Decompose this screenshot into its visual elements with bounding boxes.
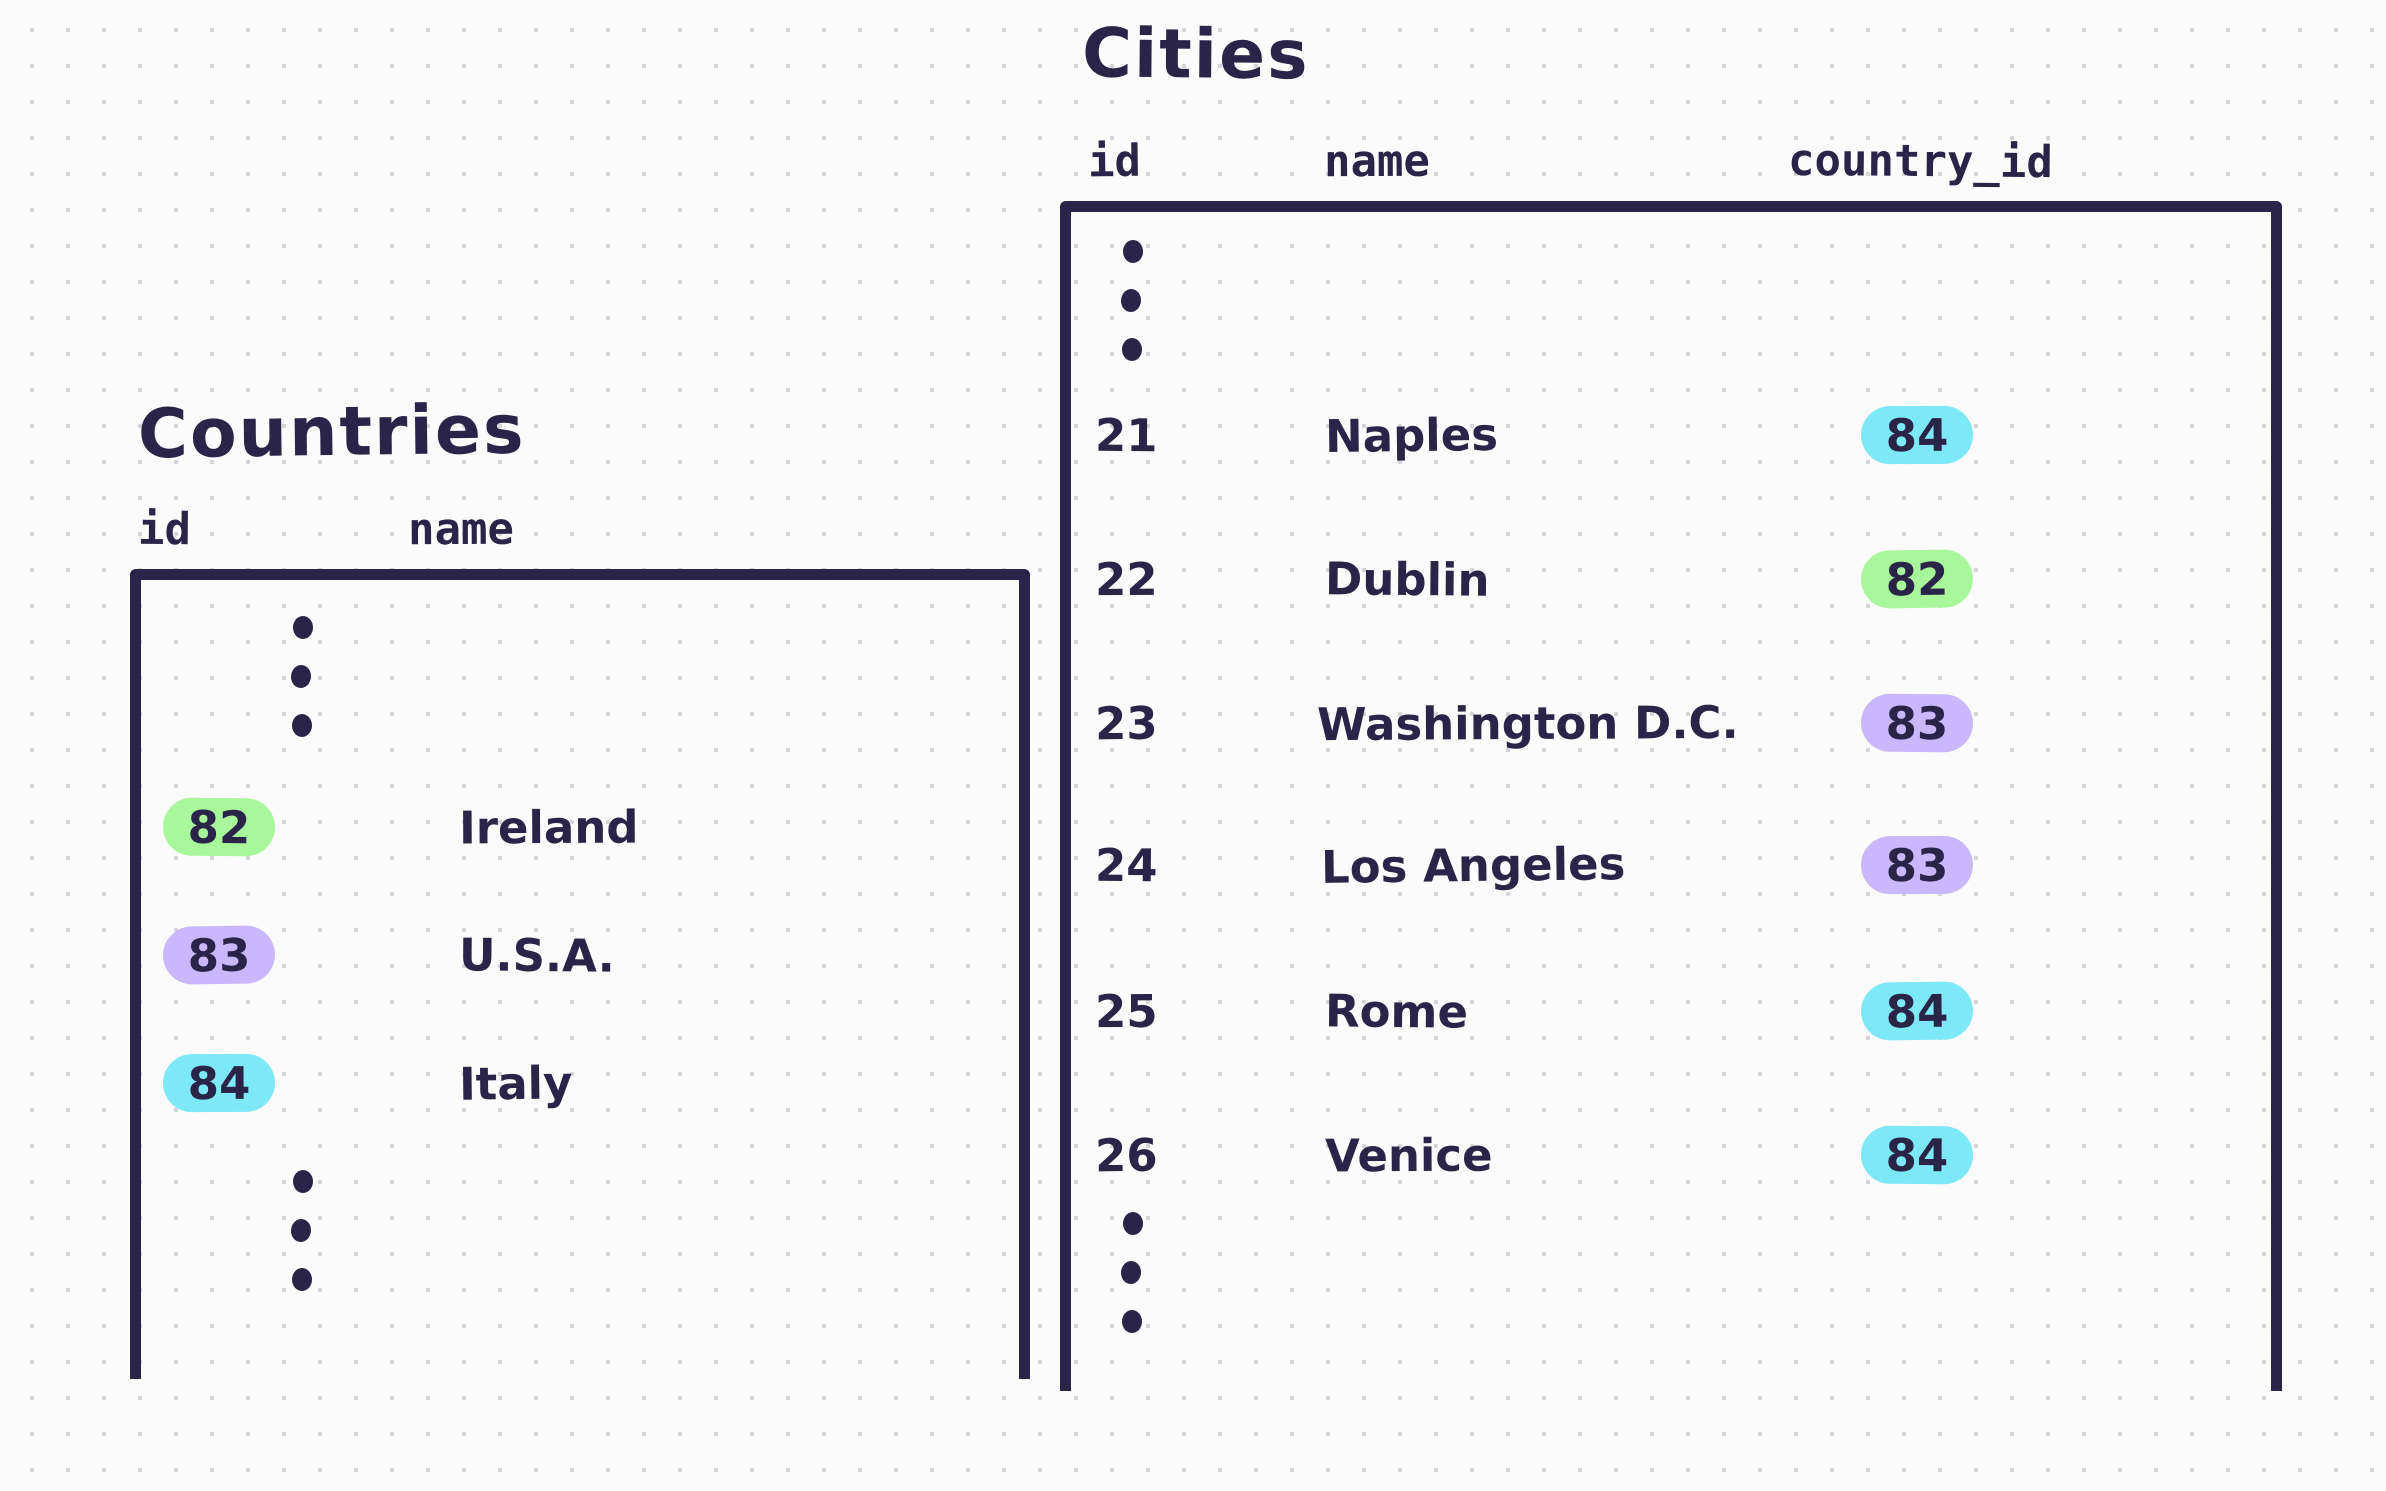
table-row: 23 Washington D.C. 83 bbox=[1071, 690, 2271, 756]
status-badge: 82 bbox=[1860, 549, 1974, 609]
countries-cell-id: 82 bbox=[162, 797, 276, 857]
status-badge: 83 bbox=[162, 925, 276, 985]
status-badge: 82 bbox=[162, 797, 276, 857]
cities-table-title: Cities bbox=[1081, 14, 1310, 96]
cities-name-value: Naples bbox=[1324, 407, 1499, 463]
cities-name-value: Dublin bbox=[1324, 551, 1490, 607]
cities-id-value: 21 bbox=[1094, 408, 1158, 462]
cities-cell-name: Dublin bbox=[1324, 551, 1490, 607]
cities-cell-id: 25 bbox=[1094, 984, 1158, 1038]
cities-cell-id: 22 bbox=[1094, 552, 1158, 606]
cities-rows: 21 Naples 84 22 Dublin 82 23 Washington … bbox=[1071, 212, 2271, 1391]
cities-cell-country-id: 84 bbox=[1860, 1125, 1974, 1185]
countries-table-frame: 82 Ireland 83 U.S.A. 84 Italy bbox=[130, 569, 1030, 1379]
countries-cell-name: Ireland bbox=[458, 800, 639, 854]
table-row: 22 Dublin 82 bbox=[1071, 546, 2271, 612]
countries-column-header-name: name bbox=[407, 503, 515, 556]
cities-cell-id: 21 bbox=[1094, 408, 1158, 462]
cities-column-header-id: id bbox=[1087, 135, 1142, 188]
cities-column-headers: id name country_id bbox=[1060, 125, 2360, 189]
cities-cell-name: Rome bbox=[1324, 983, 1469, 1039]
cities-cell-id: 24 bbox=[1094, 838, 1158, 892]
countries-table-title: Countries bbox=[137, 390, 526, 475]
cities-leading-ellipsis bbox=[1119, 240, 1143, 361]
cities-cell-id: 23 bbox=[1094, 696, 1158, 750]
cities-name-value: Venice bbox=[1324, 1128, 1493, 1182]
cities-column-header-name: name bbox=[1323, 135, 1431, 188]
countries-rows: 82 Ireland 83 U.S.A. 84 Italy bbox=[141, 580, 1019, 1379]
cities-cell-name: Washington D.C. bbox=[1316, 695, 1739, 751]
cities-name-value: Los Angeles bbox=[1320, 836, 1626, 894]
status-badge: 84 bbox=[1860, 981, 1974, 1041]
table-row: 26 Venice 84 bbox=[1071, 1122, 2271, 1188]
cities-cell-country-id: 84 bbox=[1860, 981, 1974, 1041]
countries-name-value: Ireland bbox=[458, 800, 639, 854]
countries-table: Countries id name 82 Ireland 83 U.S.A. 8… bbox=[130, 390, 1030, 1379]
cities-cell-name: Naples bbox=[1324, 407, 1499, 463]
status-badge: 83 bbox=[1860, 693, 1974, 753]
cities-cell-country-id: 82 bbox=[1860, 549, 1974, 609]
cities-name-value: Washington D.C. bbox=[1316, 695, 1739, 751]
cities-cell-id: 26 bbox=[1094, 1128, 1158, 1182]
countries-column-header-id: id bbox=[137, 503, 192, 556]
cities-column-header-country-id: country_id bbox=[1787, 134, 2054, 189]
status-badge: 84 bbox=[1860, 405, 1974, 465]
table-row: 24 Los Angeles 83 bbox=[1071, 832, 2271, 898]
status-badge: 83 bbox=[1860, 835, 1974, 895]
countries-cell-id: 84 bbox=[162, 1053, 276, 1113]
cities-id-value: 26 bbox=[1094, 1128, 1158, 1182]
cities-id-value: 22 bbox=[1094, 552, 1158, 606]
table-row: 83 U.S.A. bbox=[141, 920, 1019, 990]
countries-name-value: U.S.A. bbox=[458, 927, 616, 983]
countries-cell-name: Italy bbox=[458, 1055, 573, 1111]
countries-cell-id: 83 bbox=[162, 925, 276, 985]
table-row: 21 Naples 84 bbox=[1071, 402, 2271, 468]
cities-id-value: 23 bbox=[1094, 696, 1158, 750]
cities-table: Cities id name country_id 21 Naples 84 2… bbox=[1060, 14, 2360, 1391]
cities-id-value: 25 bbox=[1094, 984, 1158, 1038]
table-row: 82 Ireland bbox=[141, 792, 1019, 862]
cities-table-frame: 21 Naples 84 22 Dublin 82 23 Washington … bbox=[1060, 201, 2282, 1391]
status-badge: 84 bbox=[162, 1053, 276, 1113]
cities-cell-country-id: 83 bbox=[1860, 835, 1974, 895]
countries-trailing-ellipsis bbox=[289, 1170, 313, 1291]
countries-name-value: Italy bbox=[458, 1055, 573, 1111]
countries-cell-name: U.S.A. bbox=[458, 927, 616, 983]
status-badge: 84 bbox=[1860, 1125, 1974, 1185]
cities-cell-name: Venice bbox=[1324, 1128, 1493, 1182]
table-row: 25 Rome 84 bbox=[1071, 978, 2271, 1044]
cities-cell-country-id: 83 bbox=[1860, 693, 1974, 753]
cities-trailing-ellipsis bbox=[1119, 1212, 1143, 1333]
cities-cell-name: Los Angeles bbox=[1320, 836, 1626, 894]
cities-id-value: 24 bbox=[1094, 838, 1158, 892]
cities-name-value: Rome bbox=[1324, 983, 1469, 1039]
cities-cell-country-id: 84 bbox=[1860, 405, 1974, 465]
countries-column-headers: id name bbox=[130, 493, 1010, 556]
countries-leading-ellipsis bbox=[289, 616, 313, 737]
table-row: 84 Italy bbox=[141, 1048, 1019, 1118]
